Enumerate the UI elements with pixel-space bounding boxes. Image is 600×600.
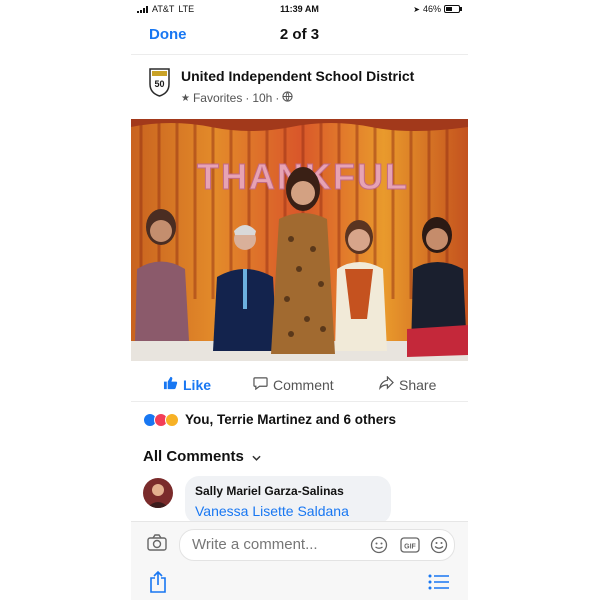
reaction-icons	[143, 412, 179, 427]
star-icon: ★	[181, 92, 190, 104]
comment-button[interactable]: Comment	[253, 376, 334, 393]
comments-filter-label: All Comments	[143, 448, 244, 465]
share-label: Share	[399, 376, 437, 393]
gif-icon[interactable]: GIF	[400, 536, 420, 559]
phone-screen: AT&T LTE 11:39 AM ➤ 46% Done 2 of 3 50 U…	[131, 0, 468, 600]
list-icon[interactable]	[428, 573, 450, 596]
comment-bubble: Sally Mariel Garza-Salinas Vanessa Liset…	[185, 476, 391, 524]
post-author[interactable]: United Independent School District	[181, 68, 414, 84]
divider	[131, 401, 468, 402]
divider	[131, 54, 468, 55]
globe-icon	[282, 91, 293, 105]
post-time[interactable]: 10h	[252, 91, 272, 105]
photo-counter: 2 of 3	[279, 26, 320, 43]
share-sheet-icon[interactable]	[149, 570, 167, 599]
comment-label: Comment	[273, 376, 334, 393]
comment-input[interactable]	[190, 535, 344, 554]
share-button[interactable]: Share	[379, 375, 437, 393]
comments-filter[interactable]: All Comments	[143, 448, 261, 465]
comment-author[interactable]: Sally Mariel Garza-Salinas	[195, 484, 344, 498]
post-actions: Like Comment Share	[131, 372, 468, 398]
chevron-down-icon	[252, 448, 261, 465]
comment-composer: GIF	[131, 521, 468, 566]
meta-separator: ·	[245, 91, 250, 105]
comment-item: Sally Mariel Garza-Salinas Vanessa Liset…	[143, 476, 463, 526]
sticker-icon[interactable]	[370, 536, 388, 559]
navigation-bar: Done 2 of 3	[131, 20, 468, 50]
status-bar: AT&T LTE 11:39 AM ➤ 46%	[131, 0, 468, 18]
post-meta: ★ Favorites · 10h ·	[181, 91, 293, 105]
svg-text:GIF: GIF	[404, 544, 416, 551]
avatar[interactable]	[143, 478, 173, 508]
bottom-toolbar	[131, 566, 468, 600]
emoji-icon[interactable]	[430, 536, 448, 559]
like-label: Like	[183, 376, 212, 393]
comment-input-box[interactable]: GIF	[179, 529, 455, 561]
status-right: ➤ 46%	[413, 4, 462, 14]
location-icon: ➤	[413, 4, 420, 14]
battery-icon	[444, 5, 462, 13]
battery-percent: 46%	[422, 4, 441, 14]
care-reaction-icon	[165, 412, 179, 427]
meta-separator-2: ·	[275, 91, 280, 105]
district-logo[interactable]: 50	[147, 66, 172, 98]
post-header: 50 United Independent School District ★ …	[131, 62, 468, 112]
thumbs-up-icon	[163, 376, 178, 393]
camera-icon[interactable]	[147, 534, 167, 556]
like-button[interactable]: Like	[163, 376, 211, 393]
comment-text[interactable]: Vanessa Lisette Saldana	[195, 503, 349, 519]
reactions-summary[interactable]: You, Terrie Martinez and 6 others	[143, 412, 396, 427]
logo-text: 50	[154, 79, 164, 89]
reactions-text: You, Terrie Martinez and 6 others	[185, 412, 397, 427]
comment-bubble-icon	[253, 376, 268, 393]
post-photo[interactable]: THANKFUL	[131, 119, 468, 361]
audience-label: Favorites	[192, 91, 243, 105]
share-arrow-icon	[379, 375, 394, 393]
